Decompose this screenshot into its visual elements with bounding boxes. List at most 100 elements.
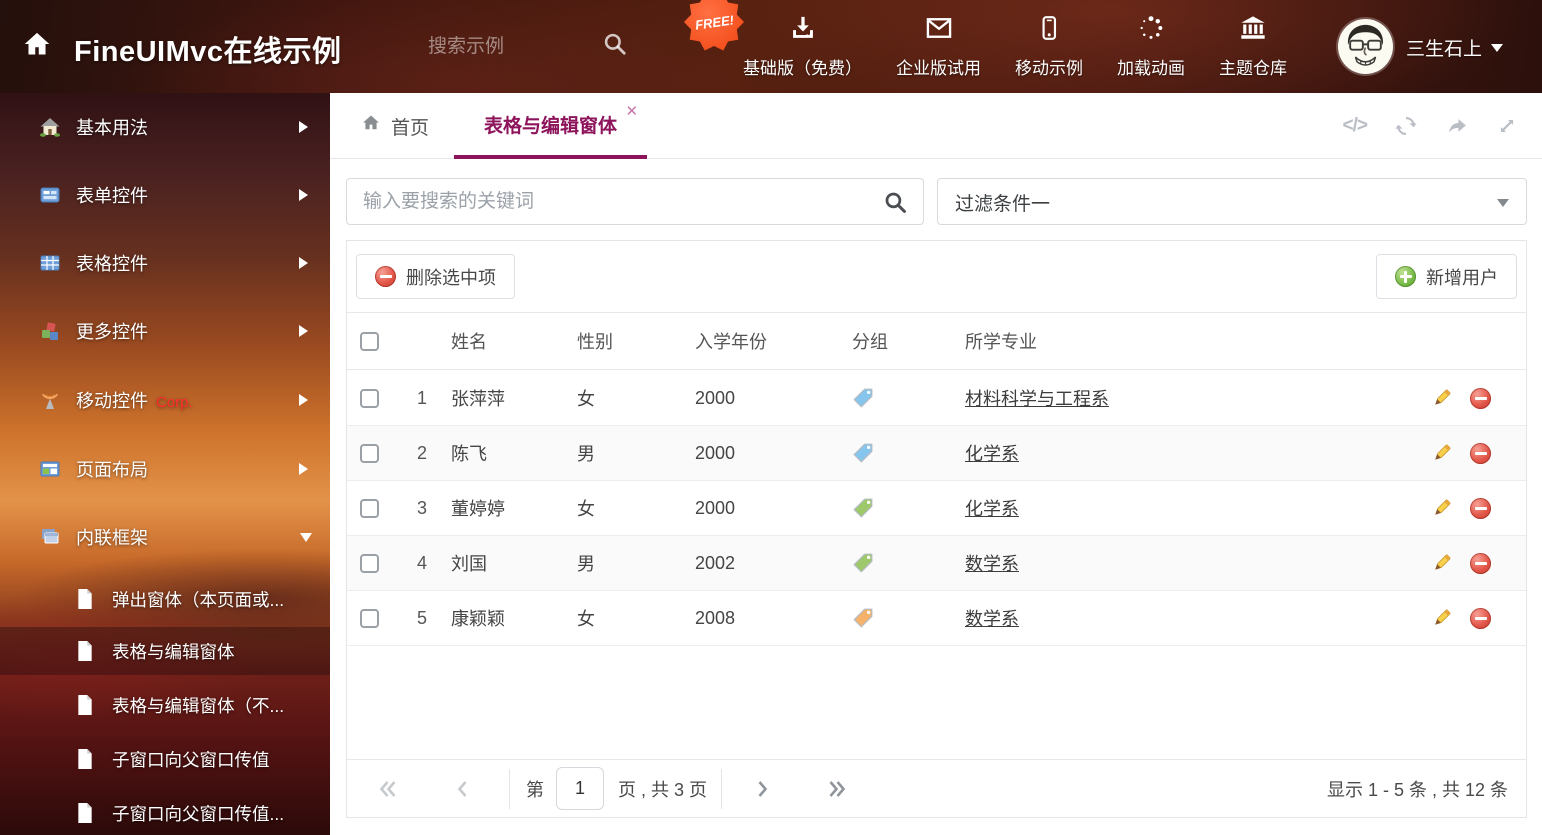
sidebar-item-iframe[interactable]: 内联框架 (0, 515, 330, 559)
header-search-input[interactable] (428, 30, 583, 64)
major-link[interactable]: 材料科学与工程系 (965, 385, 1109, 411)
layout-icon (40, 459, 60, 479)
sidebar-item-page-layout[interactable]: 页面布局 (0, 447, 330, 491)
bank-icon (1238, 14, 1268, 47)
tab-home[interactable]: 首页 (360, 93, 429, 159)
column-header-year[interactable]: 入学年份 (695, 313, 847, 369)
delete-row-icon[interactable] (1470, 553, 1491, 574)
sidebar-subitem-child-to-parent-2[interactable]: 子窗口向父窗口传值... (0, 789, 330, 835)
filter-dropdown[interactable]: 过滤条件一 (937, 178, 1527, 225)
select-all-checkbox[interactable] (360, 332, 379, 351)
column-header-edit (1418, 313, 1464, 369)
table-header: 姓名 性别 入学年份 分组 所学专业 (347, 312, 1526, 370)
nav-item-enterprise-trial[interactable]: 企业版试用 (879, 14, 998, 79)
sidebar-subitem-label: 弹出窗体（本页面或... (112, 587, 284, 612)
nav-label: 加载动画 (1117, 54, 1185, 79)
column-header-major[interactable]: 所学专业 (965, 313, 1418, 369)
major-link[interactable]: 化学系 (965, 495, 1019, 521)
column-header-name[interactable]: 姓名 (451, 313, 577, 369)
row-checkbox[interactable] (360, 389, 379, 408)
row-checkbox[interactable] (360, 609, 379, 628)
sidebar-subitem-label: 子窗口向父窗口传值... (112, 801, 284, 826)
tab-grid-edit-window[interactable]: 表格与编辑窗体 ✕ (454, 93, 647, 159)
first-page-button[interactable] (377, 779, 399, 799)
edit-row-icon[interactable] (1431, 608, 1452, 629)
row-number: 1 (393, 371, 451, 425)
sidebar-item-mobile-controls[interactable]: 移动控件Corp. (0, 378, 330, 422)
column-header-gender[interactable]: 性别 (577, 313, 695, 369)
chevron-down-icon (1491, 44, 1503, 52)
sidebar-subitem-popup-window[interactable]: 弹出窗体（本页面或... (0, 575, 330, 623)
edit-row-icon[interactable] (1431, 553, 1452, 574)
column-header-index (393, 313, 451, 369)
share-icon[interactable] (1445, 115, 1469, 142)
row-checkbox[interactable] (360, 444, 379, 463)
mobile-icon (1036, 14, 1062, 47)
delete-row-icon[interactable] (1470, 608, 1491, 629)
column-header-group[interactable]: 分组 (847, 313, 965, 369)
next-page-button[interactable] (756, 779, 770, 799)
source-code-icon[interactable]: </> (1343, 115, 1367, 142)
row-checkbox[interactable] (360, 554, 379, 573)
sidebar-item-more-controls[interactable]: 更多控件 (0, 309, 330, 353)
row-checkbox[interactable] (360, 499, 379, 518)
file-icon (76, 695, 94, 715)
tag-icon (852, 442, 874, 464)
tag-icon (852, 387, 874, 409)
user-menu[interactable]: 三生石上 (1406, 34, 1503, 61)
file-icon (76, 803, 94, 823)
row-number: 3 (393, 481, 451, 535)
tag-icon (852, 552, 874, 574)
table-row: 5 康颖颖 女 2008 数学系 (347, 591, 1526, 646)
spinner-icon (1137, 14, 1165, 47)
add-user-button[interactable]: 新增用户 (1376, 254, 1517, 299)
sidebar-item-grid-controls[interactable]: 表格控件 (0, 241, 330, 285)
chevron-right-icon (299, 394, 308, 406)
tag-icon (852, 607, 874, 629)
sidebar-subitem-grid-edit-window-2[interactable]: 表格与编辑窗体（不... (0, 681, 330, 729)
plus-icon (1395, 266, 1416, 287)
cell-name: 董婷婷 (451, 481, 577, 535)
sidebar-item-basic-usage[interactable]: 基本用法 (0, 105, 330, 149)
search-icon[interactable] (883, 190, 908, 220)
edit-row-icon[interactable] (1431, 443, 1452, 464)
edit-row-icon[interactable] (1431, 498, 1452, 519)
nav-item-mobile-demo[interactable]: 移动示例 (998, 14, 1100, 79)
chevron-right-icon (299, 189, 308, 201)
expand-icon[interactable] (1496, 115, 1518, 142)
refresh-icon[interactable] (1394, 115, 1418, 142)
delete-row-icon[interactable] (1470, 388, 1491, 409)
edit-row-icon[interactable] (1431, 388, 1452, 409)
last-page-button[interactable] (826, 779, 848, 799)
sidebar-subitem-grid-edit-window[interactable]: 表格与编辑窗体 (0, 627, 330, 675)
page-number-input[interactable] (556, 767, 604, 810)
corp-badge: Corp. (156, 394, 193, 411)
tab-close-icon[interactable]: ✕ (625, 104, 638, 119)
delete-row-icon[interactable] (1470, 443, 1491, 464)
nav-item-loading-animation[interactable]: 加载动画 (1100, 14, 1202, 79)
keyword-search-input[interactable] (363, 179, 873, 224)
app-title: FineUIMvc在线示例 (74, 28, 342, 70)
nav-item-basic-download[interactable]: 基础版（免费） (726, 14, 879, 79)
delete-selected-button[interactable]: 删除选中项 (356, 254, 515, 299)
major-link[interactable]: 数学系 (965, 605, 1019, 631)
home-icon[interactable] (22, 30, 52, 63)
sidebar-item-form-controls[interactable]: 表单控件 (0, 173, 330, 217)
antenna-icon (40, 390, 60, 410)
avatar[interactable] (1338, 19, 1393, 74)
cell-gender: 女 (577, 481, 695, 535)
top-header: FineUIMvc在线示例 FREE! 基础版（免费） 企业版试用 (0, 0, 1542, 93)
sidebar-subitem-child-to-parent[interactable]: 子窗口向父窗口传值 (0, 735, 330, 783)
major-link[interactable]: 化学系 (965, 440, 1019, 466)
nav-label: 移动示例 (1015, 54, 1083, 79)
chevron-down-icon (1497, 199, 1509, 207)
house-icon (40, 117, 60, 137)
download-icon (789, 14, 817, 47)
prev-page-button[interactable] (455, 779, 469, 799)
nav-item-theme-repo[interactable]: 主题仓库 (1202, 14, 1304, 79)
header-search-icon[interactable] (602, 31, 628, 62)
delete-row-icon[interactable] (1470, 498, 1491, 519)
sidebar: 基本用法 表单控件 表格控件 更多控件 (0, 93, 330, 835)
cell-year: 2002 (695, 536, 847, 590)
major-link[interactable]: 数学系 (965, 550, 1019, 576)
